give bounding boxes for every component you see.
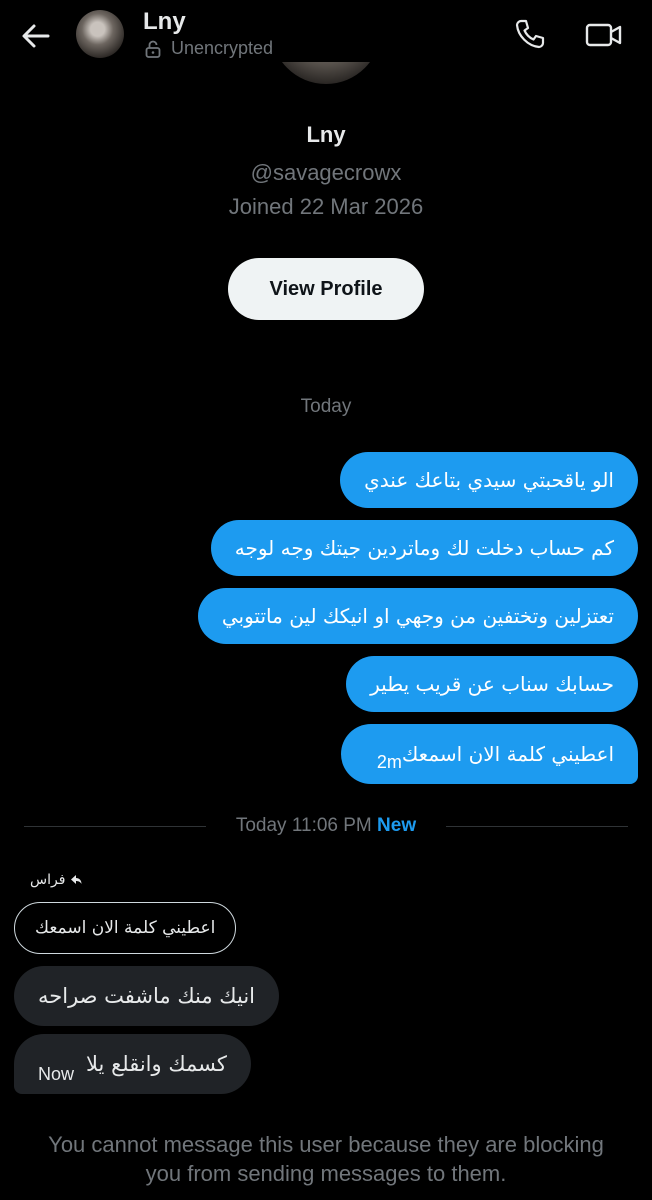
blocked-notice: You cannot message this user because the…	[48, 1132, 604, 1186]
avatar[interactable]	[76, 10, 124, 58]
message-text: كسمك وانقلع يلا	[86, 1052, 227, 1076]
sent-message[interactable]: حسابك سناب عن قريب يطير	[346, 656, 638, 712]
reply-arrow-icon	[71, 875, 82, 884]
sent-message[interactable]: تعتزلين وتختفين من وجهي او انيكك لين مات…	[197, 588, 638, 644]
sent-message[interactable]: الو ياقحبتي سيدي بتاعك عندي	[340, 452, 638, 508]
separator-timestamp: Today 11:06 PM	[235, 815, 372, 836]
received-message[interactable]: انيك منك ماشفت صراحه	[14, 966, 280, 1026]
message-text: الو ياقحبتي سيدي بتاعك عندي	[364, 468, 614, 492]
encryption-status: Unencrypted	[171, 38, 274, 58]
back-button[interactable]	[14, 18, 58, 54]
reply-author: فراس	[30, 872, 66, 888]
profile-avatar	[271, 62, 381, 84]
new-badge: New	[377, 815, 417, 836]
message-text: حسابك سناب عن قريب يطير	[370, 672, 614, 696]
message-text: اعطيني كلمة الان اسمعك	[401, 742, 614, 766]
quoted-text: اعطيني كلمة الان اسمعك	[35, 918, 216, 938]
view-profile-button[interactable]: View Profile	[228, 258, 424, 320]
profile-handle: @savagecrowx	[250, 160, 402, 185]
call-button[interactable]	[512, 16, 548, 52]
message-timestamp: Now	[38, 1063, 75, 1084]
profile-joined-date: Joined 22 Mar 2026	[228, 194, 424, 219]
message-text: تعتزلين وتختفين من وجهي او انيكك لين مات…	[221, 604, 614, 628]
conversation-title[interactable]: Lny	[143, 8, 186, 36]
phone-icon	[515, 19, 545, 49]
new-messages-separator: Today 11:06 PM New	[0, 815, 652, 837]
lock-open-icon	[145, 40, 161, 58]
message-timestamp: 2m	[376, 751, 402, 772]
video-camera-icon	[585, 23, 622, 47]
reply-context: فراس	[30, 872, 83, 888]
message-text: انيك منك ماشفت صراحه	[38, 984, 256, 1008]
video-call-button[interactable]	[584, 18, 624, 52]
quoted-message[interactable]: اعطيني كلمة الان اسمعك	[14, 902, 237, 954]
message-text: كم حساب دخلت لك وماتردين جيتك وجه لوجه	[234, 536, 614, 560]
arrow-left-icon	[22, 24, 50, 48]
sent-message[interactable]: كم حساب دخلت لك وماتردين جيتك وجه لوجه	[210, 520, 638, 576]
sent-message[interactable]: اعطيني كلمة الان اسمعك 2m	[340, 724, 638, 784]
received-message[interactable]: كسمك وانقلع يلا Now	[14, 1034, 251, 1094]
date-separator: Today	[300, 396, 352, 417]
profile-name: Lny	[306, 122, 346, 147]
